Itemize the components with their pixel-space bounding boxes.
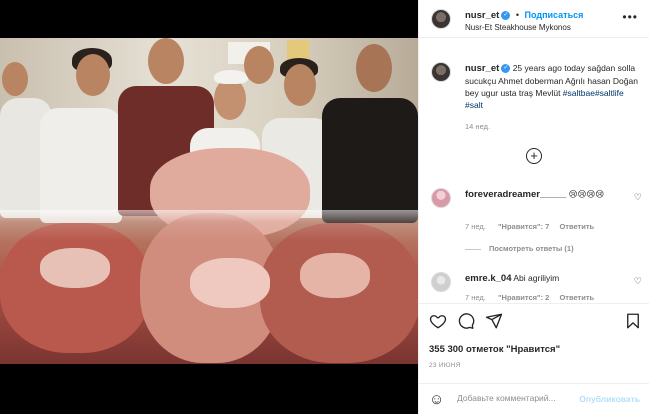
publish-button[interactable]: Опубликовать (579, 394, 640, 404)
comment-reply-button[interactable]: Ответить (559, 222, 594, 231)
share-icon[interactable] (485, 312, 503, 330)
comment-text: Abi agriliyim (513, 273, 560, 283)
post-location[interactable]: Nusr-Et Steakhouse Mykonos (465, 23, 571, 32)
view-replies-button[interactable]: Посмотреть ответы (1) (465, 244, 574, 253)
photo-yellow-sign (287, 40, 309, 60)
comment-like-heart-icon[interactable]: ♡ (634, 192, 642, 203)
verified-badge-icon: ✓ (501, 11, 511, 21)
caption-author-username[interactable]: nusr_et (465, 63, 499, 74)
more-options-icon[interactable]: ••• (622, 10, 638, 24)
comment-like-heart-icon[interactable]: ♡ (634, 276, 642, 287)
comment-likes-count[interactable]: "Нравится": 7 (498, 222, 549, 231)
comment-likes-count[interactable]: "Нравится": 2 (498, 293, 549, 302)
comment-row: emre.k_04 Abi agriliyim (465, 273, 559, 284)
photo-person-head (76, 54, 110, 96)
post-caption: nusr_et ✓ 25 years ago today sağdan solla… (465, 62, 643, 111)
caption-age[interactable]: 14 нед. (465, 122, 490, 131)
comment-reply-button[interactable]: Ответить (559, 293, 594, 302)
author-avatar[interactable] (431, 9, 451, 29)
comment-text: 😢😢😢😢 (568, 189, 605, 199)
emoji-icon[interactable]: ☺ (429, 391, 444, 408)
caption-author-avatar[interactable] (431, 62, 451, 82)
follow-button[interactable]: Подписаться (525, 10, 584, 20)
post-photo[interactable] (0, 38, 418, 364)
comment-age[interactable]: 7 нед. (465, 222, 486, 231)
post-date[interactable]: 23 июня (429, 362, 461, 369)
hashtag-link[interactable]: #saltlife (595, 88, 624, 98)
comment-username[interactable]: emre.k_04 (465, 273, 511, 284)
photo-glass-case (0, 210, 418, 364)
photo-person-cap (214, 70, 248, 84)
likes-count[interactable]: 355 300 отметок "Нравится" (429, 344, 560, 355)
view-replies-label: Посмотреть ответы (1) (489, 244, 574, 253)
hashtag-link[interactable]: #salt (465, 100, 483, 110)
comment-avatar[interactable] (431, 272, 451, 292)
photo-person-head (284, 64, 316, 106)
photo-person (322, 98, 418, 223)
author-username[interactable]: nusr_et (465, 10, 499, 21)
comments-list[interactable]: nusr_et ✓ 25 years ago today sağdan solla… (419, 38, 649, 303)
comment-input[interactable] (457, 393, 587, 403)
photo-person-head (356, 44, 392, 92)
comment-icon[interactable] (457, 312, 475, 330)
comment-age[interactable]: 7 нед. (465, 293, 486, 302)
photo-person-head (148, 38, 184, 84)
plus-circle-icon[interactable]: + (526, 148, 542, 164)
post-header: nusr_et ✓ • Подписаться Nusr-Et Steakhous… (419, 0, 649, 38)
comment-meta: 7 нед. "Нравится": 2 Ответить (465, 293, 594, 302)
verified-badge-icon: ✓ (501, 64, 511, 74)
comment-row: foreveradreamer_____ 😢😢😢😢 (465, 189, 604, 200)
post-side-panel: nusr_et ✓ • Подписаться Nusr-Et Steakhous… (418, 0, 649, 414)
hashtag-link[interactable]: #saltbae (563, 88, 595, 98)
photo-person (40, 108, 122, 223)
comment-avatar[interactable] (431, 188, 451, 208)
replies-divider (465, 248, 481, 250)
post-actions: 355 300 отметок "Нравится" 23 июня ☺ Опу… (419, 303, 649, 414)
photo-person-head (244, 46, 274, 84)
bookmark-icon[interactable] (624, 312, 642, 330)
comment-username[interactable]: foreveradreamer_____ (465, 189, 566, 200)
comment-meta: 7 нед. "Нравится": 7 Ответить (465, 222, 594, 231)
author-line: nusr_et ✓ • Подписаться (465, 10, 583, 21)
photo-person-head (2, 62, 28, 96)
heart-icon[interactable] (429, 312, 447, 330)
separator-dot: • (515, 10, 519, 20)
photo-person-head (214, 78, 246, 120)
add-comment-bar: ☺ Опубликовать (419, 383, 649, 414)
post-photo-area (0, 0, 418, 414)
